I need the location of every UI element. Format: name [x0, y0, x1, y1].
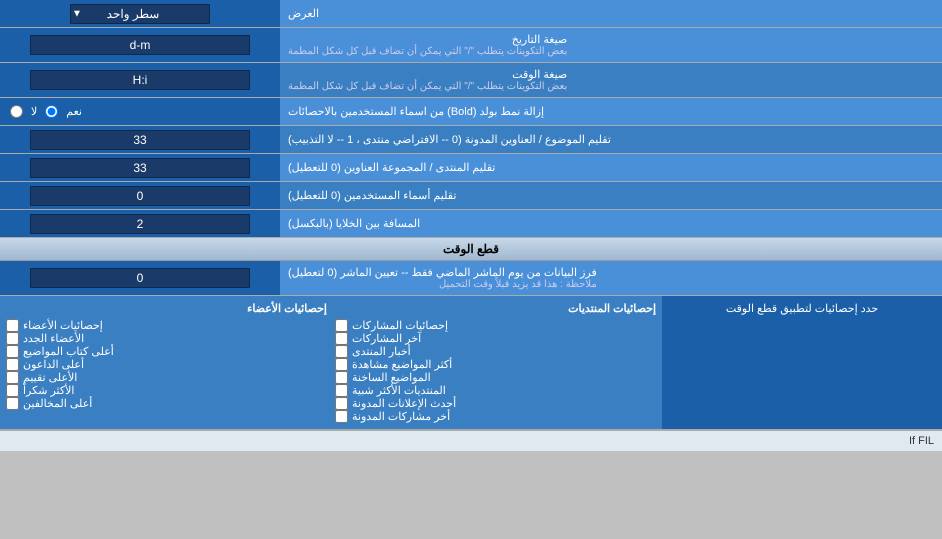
bold-remove-no-label: لا [31, 105, 37, 118]
apply-label-text: حدد إحصائيات لتطبيق قطع الوقت [726, 302, 878, 315]
cb-new-members-input[interactable] [6, 332, 19, 345]
cb-popular-forums-input[interactable] [335, 384, 348, 397]
main-container: display-type العرض سطر واحد عدة أسطر ▼ ص… [0, 0, 942, 451]
checkboxes-section: حدد إحصائيات لتطبيق قطع الوقت إحصائيات ا… [0, 296, 942, 430]
apply-label-cell: حدد إحصائيات لتطبيق قطع الوقت [662, 296, 942, 429]
display-type-select-wrapper: سطر واحد عدة أسطر ▼ [70, 4, 210, 24]
time-format-row: صيغة الوقت بعض التكوينات يتطلب "/" التي … [0, 63, 942, 98]
cb-top-rated-input[interactable] [6, 371, 19, 384]
cb-popular-forums: المنتديات الأكثر شبية [335, 384, 656, 397]
username-align-row: تقليم أسماء المستخدمين (0 للتعطيل) [0, 182, 942, 210]
cb-top-posters: أعلى كتاب المواضيع [6, 345, 327, 358]
cb-forum-news: أخبار المنتدى [335, 345, 656, 358]
checkbox-col2: إحصائيات الأعضاء إحصائيات الأعضاء الأعضا… [6, 302, 327, 423]
bold-remove-yes-label: نعم [66, 105, 82, 118]
forum-align-input-cell [0, 154, 280, 181]
cell-spacing-label: المسافة بين الخلايا (بالبكسل) [280, 210, 942, 237]
cutoff-days-label: فرز البيانات من يوم الماشر الماضي فقط --… [280, 261, 942, 295]
cb-new-members: الأعضاء الجدد [6, 332, 327, 345]
cb-most-thanked: الأكثر شكراً [6, 384, 327, 397]
time-format-label: صيغة الوقت بعض التكوينات يتطلب "/" التي … [280, 63, 942, 97]
topic-align-row: تقليم الموضوع / العناوين المدونة (0 -- ا… [0, 126, 942, 154]
checkbox-col1: إحصائيات المنتديات إحصائيات المشاركات آخ… [335, 302, 656, 423]
checkbox-columns: إحصائيات المنتديات إحصائيات المشاركات آخ… [0, 296, 662, 429]
cb-most-viewed-input[interactable] [335, 358, 348, 371]
forum-align-input[interactable] [30, 158, 250, 178]
cb-top-referrers: أعلى الداعون [6, 358, 327, 371]
cb-top-infractions: أعلى المخالفين [6, 397, 327, 410]
cb-last-blog-posts-input[interactable] [335, 410, 348, 423]
cb-member-stats: إحصائيات الأعضاء [6, 319, 327, 332]
cb-last-posts: آخر المشاركات [335, 332, 656, 345]
cb-top-rated: الأعلى تقييم [6, 371, 327, 384]
date-format-row: صيغة التاريخ بعض التكوينات يتطلب "/" الت… [0, 28, 942, 63]
cb-most-thanked-input[interactable] [6, 384, 19, 397]
bold-remove-input-cell: نعم لا [0, 98, 280, 125]
username-align-input[interactable] [30, 186, 250, 206]
cb-top-referrers-input[interactable] [6, 358, 19, 371]
cell-spacing-input-cell [0, 210, 280, 237]
date-format-input-cell [0, 28, 280, 62]
display-type-row: display-type العرض سطر واحد عدة أسطر ▼ [0, 0, 942, 28]
cell-spacing-row: المسافة بين الخلايا (بالبكسل) [0, 210, 942, 238]
display-type-input-cell: سطر واحد عدة أسطر ▼ [0, 0, 280, 27]
time-format-input-cell [0, 63, 280, 97]
topic-align-label: تقليم الموضوع / العناوين المدونة (0 -- ا… [280, 126, 942, 153]
cb-most-viewed: أكثر المواضيع مشاهدة [335, 358, 656, 371]
cutoff-section-header: قطع الوقت [0, 238, 942, 261]
bottom-text-content: If FIL [909, 435, 934, 447]
cell-spacing-input[interactable] [30, 214, 250, 234]
username-align-label: تقليم أسماء المستخدمين (0 للتعطيل) [280, 182, 942, 209]
bottom-text: If FIL [0, 430, 942, 451]
cb-hot-topics: المواضيع الساخنة [335, 371, 656, 384]
date-format-input[interactable] [30, 35, 250, 55]
cb-contributions-input[interactable] [335, 319, 348, 332]
cb-last-blog-posts: أخر مشاركات المدونة [335, 410, 656, 423]
cb-hot-topics-input[interactable] [335, 371, 348, 384]
forum-align-row: تقليم المنتدى / المجموعة العناوين (0 للت… [0, 154, 942, 182]
cb-member-stats-input[interactable] [6, 319, 19, 332]
cb-latest-announcements-input[interactable] [335, 397, 348, 410]
cb-top-infractions-input[interactable] [6, 397, 19, 410]
col2-title: إحصائيات الأعضاء [6, 302, 327, 315]
time-format-input[interactable] [30, 70, 250, 90]
username-align-input-cell [0, 182, 280, 209]
cutoff-days-row: فرز البيانات من يوم الماشر الماضي فقط --… [0, 261, 942, 296]
cutoff-days-input-cell [0, 261, 280, 295]
cb-last-posts-input[interactable] [335, 332, 348, 345]
forum-align-label: تقليم المنتدى / المجموعة العناوين (0 للت… [280, 154, 942, 181]
bold-remove-row: إزالة نمط بولد (Bold) من اسماء المستخدمي… [0, 98, 942, 126]
date-format-label: صيغة التاريخ بعض التكوينات يتطلب "/" الت… [280, 28, 942, 62]
bold-remove-yes-radio[interactable] [45, 105, 58, 118]
topic-align-input-cell [0, 126, 280, 153]
col1-title: إحصائيات المنتديات [335, 302, 656, 315]
topic-align-input[interactable] [30, 130, 250, 150]
cb-contributions: إحصائيات المشاركات [335, 319, 656, 332]
cutoff-days-input[interactable] [30, 268, 250, 288]
cb-top-posters-input[interactable] [6, 345, 19, 358]
display-type-select[interactable]: سطر واحد عدة أسطر [70, 4, 210, 24]
display-type-label: display-type العرض [280, 0, 942, 27]
bold-remove-no-radio[interactable] [10, 105, 23, 118]
bold-remove-label: إزالة نمط بولد (Bold) من اسماء المستخدمي… [280, 98, 942, 125]
cb-latest-announcements: أحدث الإعلانات المدونة [335, 397, 656, 410]
cb-forum-news-input[interactable] [335, 345, 348, 358]
